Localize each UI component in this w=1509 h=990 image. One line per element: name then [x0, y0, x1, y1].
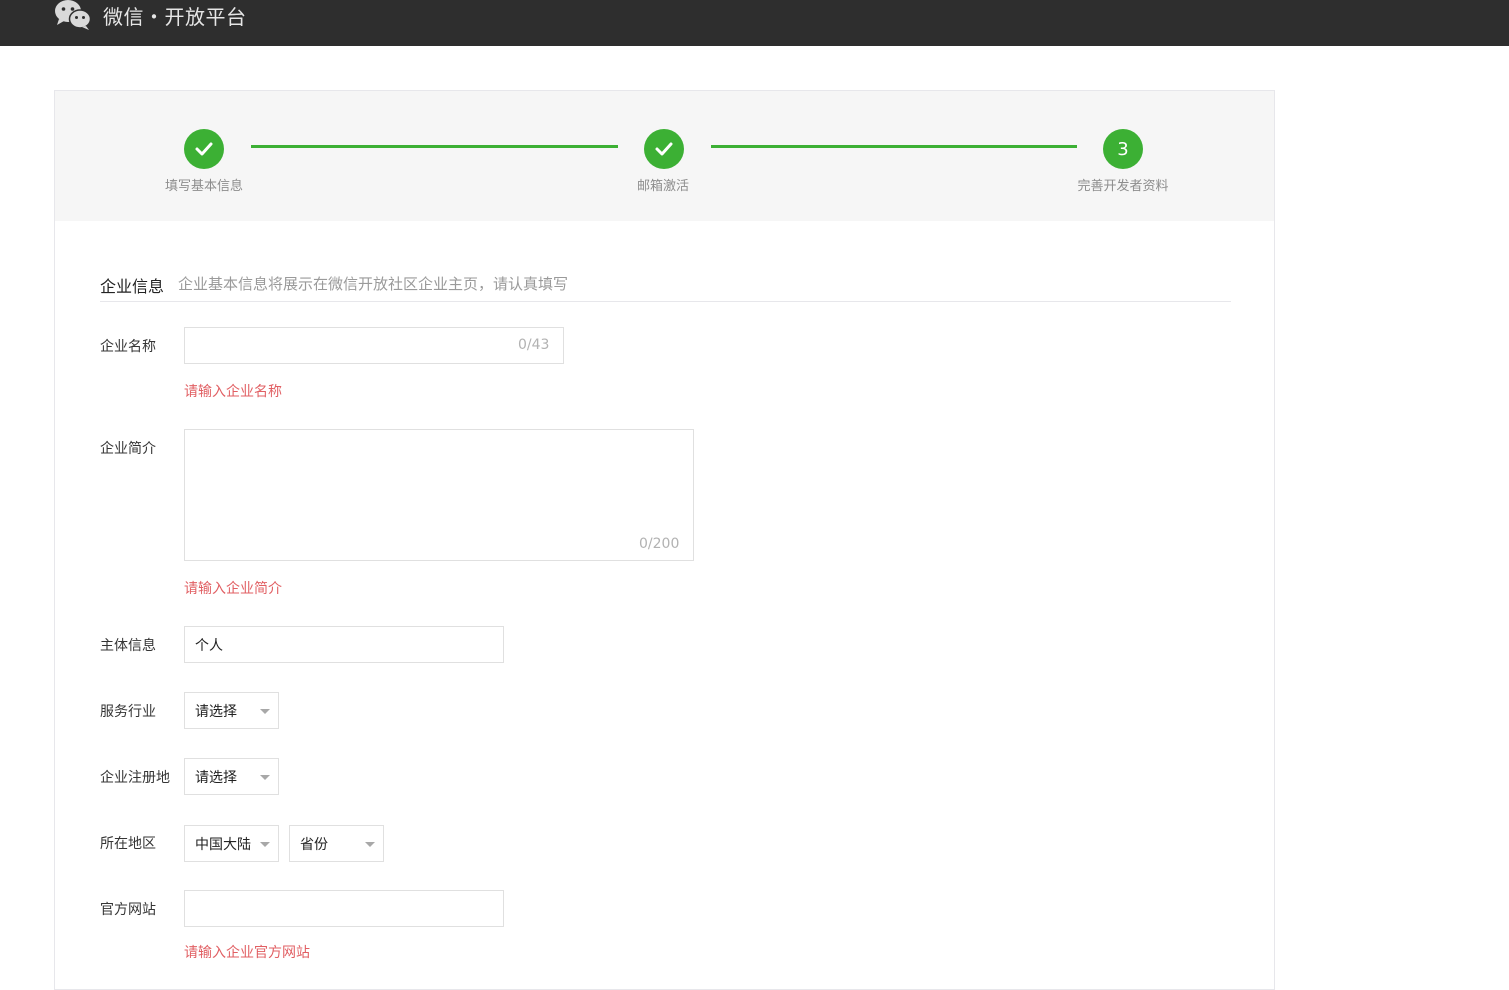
industry-label: 服务行业 — [100, 704, 156, 720]
entity-input[interactable]: 个人 — [184, 626, 504, 663]
brand-title: 微信・开放平台 — [103, 5, 247, 29]
company-intro-error: 请输入企业简介 — [184, 581, 282, 597]
company-name-input[interactable] — [184, 327, 564, 364]
company-name-label: 企业名称 — [100, 339, 156, 355]
company-intro-label: 企业简介 — [100, 441, 156, 457]
company-intro-textarea[interactable] — [184, 429, 694, 561]
wechat-logo-icon — [55, 0, 92, 30]
step-2-check-icon — [644, 129, 684, 169]
country-selected: 中国大陆 — [195, 836, 251, 853]
reg-place-select[interactable]: 请选择 — [184, 758, 279, 795]
step-connector-1 — [251, 145, 618, 148]
step-3-label: 完善开发者资料 — [1077, 179, 1169, 194]
top-bar: 微信・开放平台 — [0, 0, 1509, 46]
entity-value: 个人 — [195, 637, 223, 654]
province-selected: 省份 — [300, 836, 328, 853]
chevron-down-icon — [260, 775, 270, 780]
step-progress: 3 填写基本信息 邮箱激活 完善开发者资料 — [55, 91, 1274, 221]
registration-card: 3 填写基本信息 邮箱激活 完善开发者资料 企业信息 企业基本信息将展示在微信开… — [54, 90, 1275, 990]
website-error: 请输入企业官方网站 — [184, 945, 310, 961]
company-name-error: 请输入企业名称 — [184, 384, 282, 400]
reg-place-selected: 请选择 — [195, 769, 237, 786]
step-3-number: 3 — [1103, 129, 1143, 169]
section-header: 企业信息 企业基本信息将展示在微信开放社区企业主页，请认真填写 — [100, 271, 1231, 302]
industry-selected: 请选择 — [195, 703, 237, 720]
step-connector-2 — [711, 145, 1077, 148]
country-select[interactable]: 中国大陆 — [184, 825, 279, 862]
chevron-down-icon — [260, 842, 270, 847]
step-1-label: 填写基本信息 — [164, 179, 244, 194]
entity-label: 主体信息 — [100, 638, 156, 654]
step-2-label: 邮箱激活 — [636, 179, 690, 194]
website-label: 官方网站 — [100, 902, 156, 918]
section-title: 企业信息 — [100, 277, 165, 296]
chevron-down-icon — [260, 709, 270, 714]
reg-place-label: 企业注册地 — [100, 770, 170, 786]
section-description: 企业基本信息将展示在微信开放社区企业主页，请认真填写 — [178, 275, 569, 293]
step-1-check-icon — [184, 129, 224, 169]
company-intro-counter: 0/200 — [639, 536, 680, 552]
company-name-counter: 0/43 — [518, 337, 550, 353]
province-select[interactable]: 省份 — [289, 825, 384, 862]
industry-select[interactable]: 请选择 — [184, 692, 279, 729]
region-label: 所在地区 — [100, 836, 156, 852]
website-input[interactable] — [184, 890, 504, 927]
chevron-down-icon — [365, 842, 375, 847]
